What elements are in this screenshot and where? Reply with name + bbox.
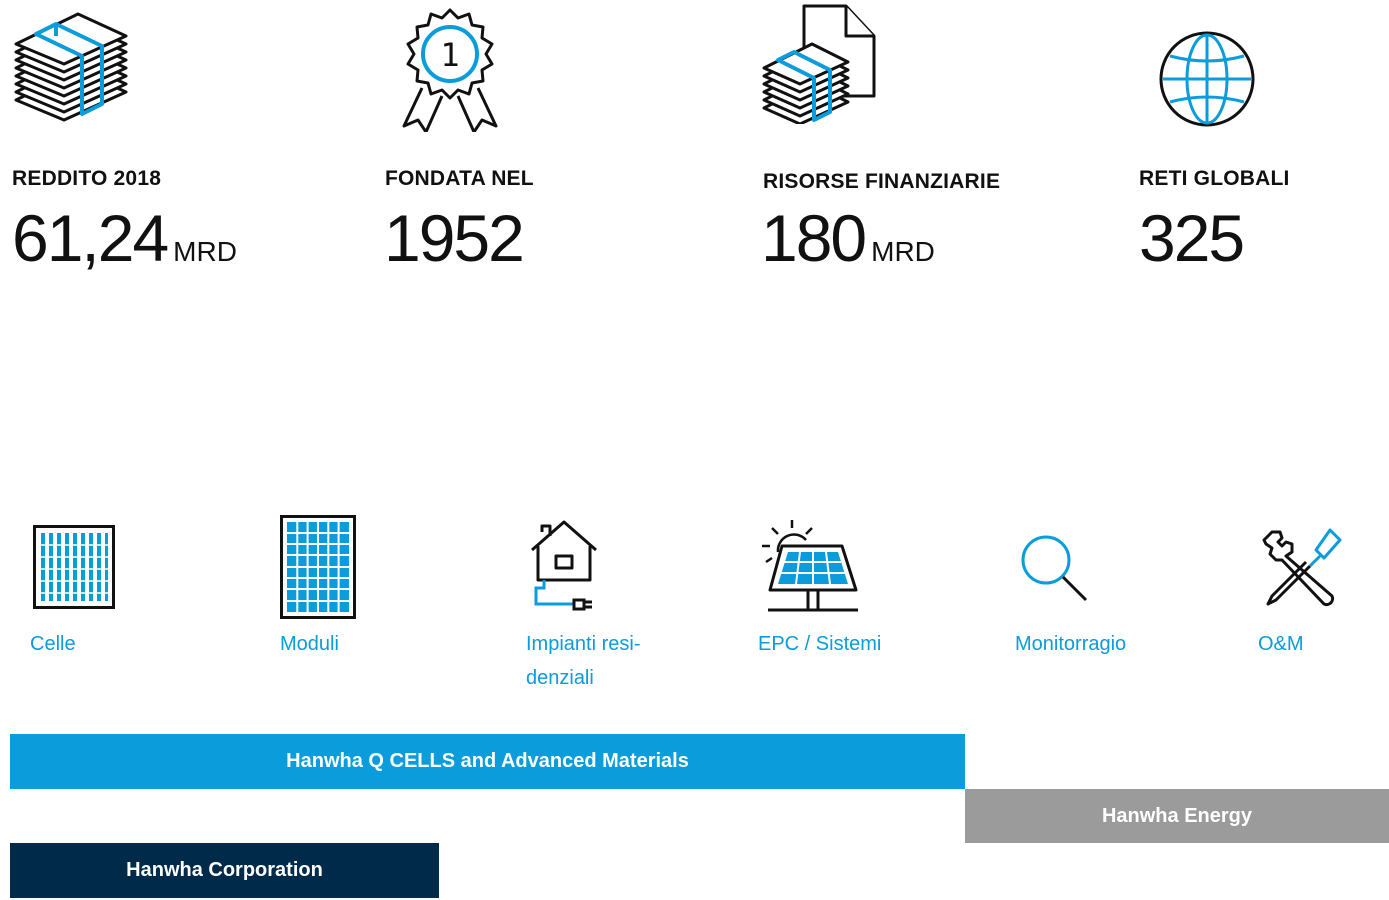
money-stack-icon: [14, 12, 128, 122]
company-bar-energy: Hanwha Energy: [965, 789, 1389, 843]
company-bar-corporation: Hanwha Corporation: [10, 843, 439, 898]
globe-icon: [1159, 31, 1255, 127]
stat-value-financial: 180 MRD: [761, 200, 935, 276]
magnifier-icon: [1021, 535, 1088, 602]
stat-label-financial: RISORSE FINANZIARIE: [763, 170, 1001, 193]
chain-label-monitoring[interactable]: Monitorragio: [1015, 627, 1185, 661]
document-money-icon: [762, 4, 876, 124]
stat-number: 1952: [384, 201, 525, 275]
stat-unit: MRD: [871, 236, 935, 267]
solar-cell-icon: [33, 525, 115, 609]
house-plug-icon: [531, 520, 597, 611]
chain-label-modules[interactable]: Moduli: [280, 627, 450, 661]
stat-label-networks: RETI GLOBALI: [1139, 167, 1290, 190]
sun-panel-icon: [762, 520, 858, 612]
stat-number: 325: [1139, 201, 1245, 275]
company-name: Hanwha Q CELLS and Advanced Materials: [286, 750, 689, 772]
chain-label-om[interactable]: O&M: [1258, 627, 1389, 661]
company-name: Hanwha Corporation: [126, 859, 323, 881]
company-bar-qcells: Hanwha Q CELLS and Advanced Materials: [10, 734, 965, 789]
chain-label-cells[interactable]: Celle: [30, 627, 200, 661]
stat-value-founded: 1952: [384, 200, 529, 276]
stat-label-revenue: REDDITO 2018: [12, 167, 162, 190]
stat-label-founded: FONDATA NEL: [385, 167, 534, 190]
stat-unit: MRD: [173, 236, 237, 267]
tools-icon: [1262, 528, 1342, 607]
stat-value-networks: 325: [1139, 200, 1249, 276]
award-ribbon-icon: 1: [402, 8, 498, 132]
stat-value-revenue: 61,24 MRD: [12, 200, 237, 276]
stat-number: 61,24: [12, 201, 169, 275]
company-name: Hanwha Energy: [1101, 804, 1253, 827]
chain-label-epc[interactable]: EPC / Sistemi: [758, 627, 928, 661]
solar-module-icon: [280, 515, 356, 619]
stat-number: 180: [761, 201, 867, 275]
award-number: 1: [440, 36, 459, 74]
chain-label-residential[interactable]: Impianti resi- denziali: [526, 627, 696, 695]
